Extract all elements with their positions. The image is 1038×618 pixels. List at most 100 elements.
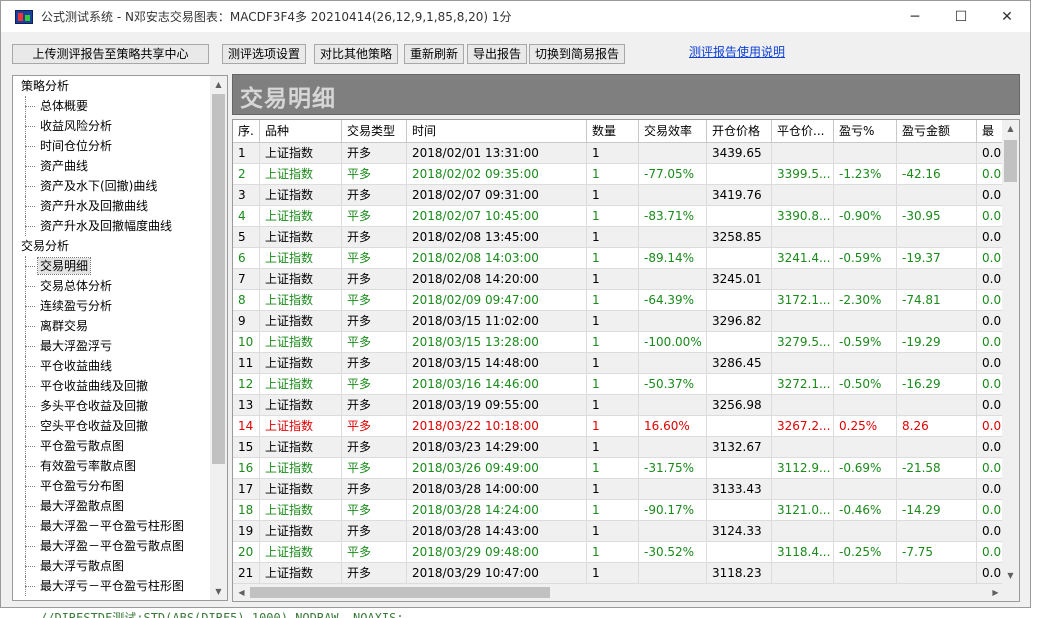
minimize-button[interactable]: ─ [892, 1, 938, 32]
table-row[interactable]: 11 上证指数 开多 2018/03/15 14:48:00 1 3286.45 0.0 [233, 353, 1004, 374]
table-cell: 开多 [342, 395, 407, 415]
tree-category-label: 策略分析 [21, 79, 70, 93]
table-row[interactable]: 13 上证指数 开多 2018/03/19 09:55:00 1 3256.98 0.0 [233, 395, 1004, 416]
tree-item[interactable]: 最大浮盈浮亏 [13, 336, 210, 356]
table-cell: 1 [587, 416, 639, 436]
table-cell: 上证指数 [260, 269, 342, 289]
test-options-button[interactable]: 测评选项设置 [222, 44, 307, 64]
column-header[interactable]: 平仓价... [772, 120, 834, 142]
table-row[interactable]: 12 上证指数 平多 2018/03/16 14:46:00 1 -50.37% 3272.… [233, 374, 1004, 395]
grid-hscroll-thumb[interactable] [250, 587, 550, 598]
tree-item[interactable]: 资产及水下(回撤)曲线 [13, 176, 210, 196]
table-row[interactable]: 2 上证指数 平多 2018/02/02 09:35:00 1 -77.05% 3399.5… [233, 164, 1004, 185]
table-row[interactable]: 4 上证指数 平多 2018/02/07 10:45:00 1 -83.71% 3390.8… [233, 206, 1004, 227]
table-cell: -31.75% [639, 458, 707, 478]
table-cell: 2018/03/16 14:46:00 [407, 374, 587, 394]
tree-item[interactable]: 交易总体分析 [13, 276, 210, 296]
report-help-link[interactable]: 测评报告使用说明 [689, 43, 785, 60]
table-cell: 0.0 [977, 269, 1004, 289]
scroll-up-icon[interactable]: ▲ [210, 76, 227, 93]
app-icon [15, 9, 33, 24]
column-header[interactable]: 最 [977, 120, 1004, 142]
tree-item[interactable]: 平仓收益曲线 [13, 356, 210, 376]
tree-item[interactable]: 离群交易 [13, 316, 210, 336]
table-cell: 2018/02/08 14:03:00 [407, 248, 587, 268]
column-header[interactable]: 交易类型 [342, 120, 407, 142]
grid-scroll-thumb[interactable] [1004, 140, 1017, 182]
table-row[interactable]: 3 上证指数 开多 2018/02/07 09:31:00 1 3419.76 0.0 [233, 185, 1004, 206]
grid-vertical-scrollbar[interactable]: ▲ ▼ [1002, 120, 1019, 584]
sidebar-scrollbar[interactable]: ▲ ▼ [210, 76, 227, 600]
column-header[interactable]: 时间 [407, 120, 587, 142]
table-cell: 上证指数 [260, 458, 342, 478]
tree-item[interactable]: 收益风险分析 [13, 116, 210, 136]
compare-strategies-button[interactable]: 对比其他策略 [314, 44, 399, 64]
table-cell: 3279.5... [772, 332, 834, 352]
tree-item[interactable]: 连续盈亏分析 [13, 296, 210, 316]
scroll-up-icon[interactable]: ▲ [1002, 120, 1019, 137]
column-header[interactable]: 交易效率 [639, 120, 707, 142]
tree-item[interactable]: 资产升水及回撤幅度曲线 [13, 216, 210, 236]
table-row[interactable]: 15 上证指数 开多 2018/03/23 14:29:00 1 3132.67 0.0 [233, 437, 1004, 458]
tree-item[interactable]: 平仓收益曲线及回撤 [13, 376, 210, 396]
switch-simple-report-button[interactable]: 切换到简易报告 [529, 44, 626, 64]
table-row[interactable]: 21 上证指数 开多 2018/03/29 10:47:00 1 3118.23 0.0 [233, 563, 1004, 584]
tree-item[interactable]: 有效盈亏率散点图 [13, 456, 210, 476]
maximize-button[interactable]: ☐ [938, 1, 984, 32]
table-row[interactable]: 17 上证指数 开多 2018/03/28 14:00:00 1 3133.43 0.0 [233, 479, 1004, 500]
tree-item[interactable]: 交易明细 [13, 256, 210, 276]
tree-item[interactable]: 最大浮亏散点图 [13, 556, 210, 576]
column-header[interactable]: 数量 [587, 120, 639, 142]
column-header[interactable]: 开仓价格 [707, 120, 772, 142]
column-header[interactable]: 品种 [260, 120, 342, 142]
table-row[interactable]: 14 上证指数 平多 2018/03/22 10:18:00 1 16.60% 3267.2… [233, 416, 1004, 437]
table-row[interactable]: 1 上证指数 开多 2018/02/01 13:31:00 1 3439.65 0.0 [233, 143, 1004, 164]
table-cell: 2018/03/28 14:24:00 [407, 500, 587, 520]
table-row[interactable]: 9 上证指数 开多 2018/03/15 11:02:00 1 3296.82 0.0 [233, 311, 1004, 332]
tree-item[interactable]: 最大浮盈－平仓盈亏柱形图 [13, 516, 210, 536]
table-cell: 3256.98 [707, 395, 772, 415]
table-row[interactable]: 8 上证指数 平多 2018/02/09 09:47:00 1 -64.39% 3172.1… [233, 290, 1004, 311]
table-cell: 平多 [342, 248, 407, 268]
table-cell [639, 227, 707, 247]
tree-item[interactable]: 平仓盈亏散点图 [13, 436, 210, 456]
upload-report-button[interactable]: 上传测评报告至策略共享中心 [12, 44, 209, 64]
table-cell: 1 [587, 164, 639, 184]
tree-item[interactable]: 资产升水及回撤曲线 [13, 196, 210, 216]
tree-item[interactable]: 最大浮盈－平仓盈亏散点图 [13, 536, 210, 556]
table-row[interactable]: 6 上证指数 平多 2018/02/08 14:03:00 1 -89.14% 3241.4… [233, 248, 1004, 269]
scroll-left-icon[interactable]: ◀ [233, 584, 250, 601]
table-row[interactable]: 18 上证指数 平多 2018/03/28 14:24:00 1 -90.17% 3121.… [233, 500, 1004, 521]
tree-item[interactable]: 资产曲线 [13, 156, 210, 176]
table-cell [772, 521, 834, 541]
tree-item[interactable]: 平仓盈亏分布图 [13, 476, 210, 496]
table-row[interactable]: 16 上证指数 平多 2018/03/26 09:49:00 1 -31.75% 3112.… [233, 458, 1004, 479]
refresh-button[interactable]: 重新刷新 [404, 44, 465, 64]
tree-category[interactable]: 策略分析 [13, 76, 210, 96]
table-row[interactable]: 5 上证指数 开多 2018/02/08 13:45:00 1 3258.85 0.0 [233, 227, 1004, 248]
tree-category[interactable]: 交易分析 [13, 236, 210, 256]
column-header[interactable]: 盈亏金额 [897, 120, 977, 142]
table-cell: 2018/02/08 13:45:00 [407, 227, 587, 247]
column-header[interactable]: 序. [233, 120, 260, 142]
scroll-down-icon[interactable]: ▼ [210, 583, 227, 600]
table-row[interactable]: 19 上证指数 开多 2018/03/28 14:43:00 1 3124.33 0.0 [233, 521, 1004, 542]
table-header-row: 序. 品种 交易类型 时间 数量 交易效率 开仓价格 平仓价... 盈亏% 盈亏金额最 [233, 120, 1004, 143]
grid-horizontal-scrollbar[interactable]: ◀ ▶ [233, 584, 1004, 601]
table-cell: -74.81 [897, 290, 977, 310]
tree-item[interactable]: 多头平仓收益及回撤 [13, 396, 210, 416]
tree-item[interactable]: 最大浮亏－平仓盈亏柱形图 [13, 576, 210, 596]
close-button[interactable]: ✕ [984, 1, 1030, 32]
tree-item-label: 收益风险分析 [40, 119, 113, 133]
table-row[interactable]: 20 上证指数 平多 2018/03/29 09:48:00 1 -30.52% 3118.… [233, 542, 1004, 563]
table-row[interactable]: 7 上证指数 开多 2018/02/08 14:20:00 1 3245.01 0.0 [233, 269, 1004, 290]
tree-item[interactable]: 最大浮盈散点图 [13, 496, 210, 516]
tree-item[interactable]: 时间仓位分析 [13, 136, 210, 156]
scroll-down-icon[interactable]: ▼ [1002, 567, 1019, 584]
column-header[interactable]: 盈亏% [834, 120, 897, 142]
tree-item[interactable]: 总体概要 [13, 96, 210, 116]
sidebar-scroll-thumb[interactable] [212, 94, 225, 464]
table-row[interactable]: 10 上证指数 平多 2018/03/15 13:28:00 1 -100.00% 3279… [233, 332, 1004, 353]
tree-item[interactable]: 空头平仓收益及回撤 [13, 416, 210, 436]
export-report-button[interactable]: 导出报告 [467, 44, 528, 64]
